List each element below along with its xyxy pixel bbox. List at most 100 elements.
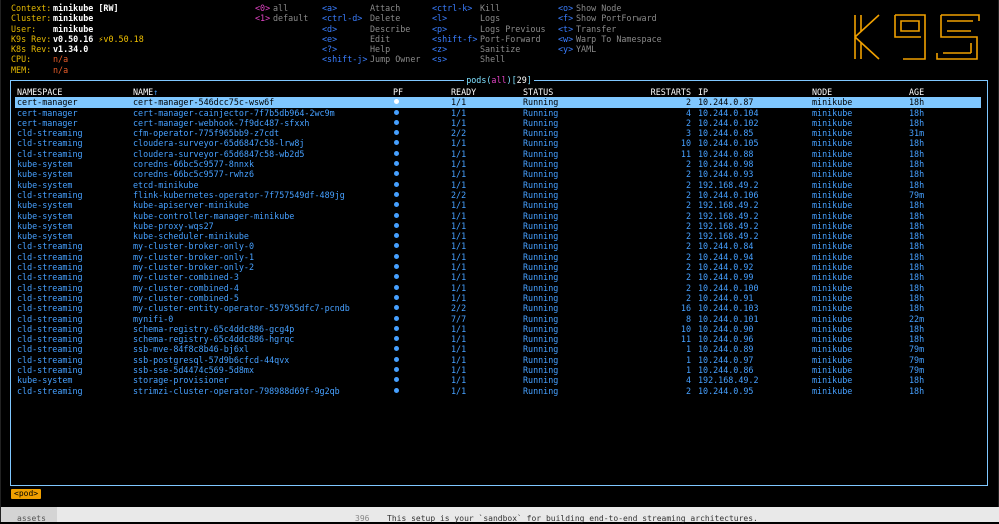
cell-age: 18h (909, 138, 925, 149)
col-node[interactable]: NODE (812, 87, 832, 97)
table-row[interactable]: cld-streaming flink-kubernetes-operator-7… (15, 190, 981, 200)
breadcrumb[interactable]: <pod> (11, 489, 42, 499)
shortcut[interactable]: <a> Attach (322, 3, 420, 13)
info-row: MEM: n/a (11, 65, 144, 75)
cell-ready: 1/1 (451, 117, 467, 128)
table-row[interactable]: kube-system kube-apiserver-minikube 1/1 Run… (15, 200, 981, 210)
shortcut[interactable]: <ctrl-d> Delete (322, 13, 420, 23)
col-ready[interactable]: READY (451, 87, 476, 97)
shortcut[interactable]: <l> Logs (432, 13, 546, 23)
cell-ip: 10.244.0.101 (698, 313, 759, 324)
table-row[interactable]: cld-streaming my-cluster-broker-only-1 1/1… (15, 252, 981, 262)
shortcut[interactable]: <0> all (255, 3, 308, 13)
cell-namespace: cld-streaming (17, 148, 83, 159)
table-row[interactable]: cld-streaming ssb-sse-5d4474c569-5d8mx 1/1… (15, 365, 981, 375)
shortcut[interactable]: <w> Warp To Namespace (558, 34, 662, 44)
table-row[interactable]: kube-system coredns-66bc5c9577-8nnxk 1/1 Ru… (15, 159, 981, 169)
shortcut-key: <a> (322, 3, 338, 13)
shortcut-key: <w> (558, 33, 574, 44)
namespace-shortcuts: <0> all <1> default (255, 3, 308, 24)
cell-node: minikube (812, 148, 853, 159)
cell-age: 18h (909, 97, 925, 108)
table-row[interactable]: kube-system storage-provisioner 1/1 Running… (15, 375, 981, 385)
pods-panel: pods(all)[29] NAMESPACE NAME↑ PF READY S… (10, 75, 988, 486)
shortcut-label: Warp To Namespace (576, 33, 662, 44)
table-row[interactable]: cld-streaming ssb-mve-84f8c8b46-bj6xl 1/1 R… (15, 344, 981, 354)
shortcut[interactable]: <e> Edit (322, 34, 420, 44)
shortcut-label: Port-Forward (480, 33, 541, 44)
table-row[interactable]: cld-streaming my-cluster-entity-operator-… (15, 303, 981, 313)
cell-name: cloudera-surveyor-65d6847c58-lrw8j (133, 138, 305, 149)
shortcut[interactable]: <o> Show Node (558, 3, 662, 13)
table-row[interactable]: cld-streaming my-cluster-combined-3 1/1 Run… (15, 272, 981, 282)
table-row[interactable]: cld-streaming strimzi-cluster-operator-79… (15, 386, 981, 396)
shortcut[interactable]: <s> Shell (432, 54, 546, 64)
table-row[interactable]: cert-manager cert-manager-webhook-7f9dc48… (15, 118, 981, 128)
shortcut[interactable]: <y> YAML (558, 44, 662, 54)
table-row[interactable]: cld-streaming my-cluster-combined-5 1/1 Run… (15, 293, 981, 303)
shortcut[interactable]: <ctrl-k> Kill (432, 3, 546, 13)
port-forward-dot-icon (393, 108, 399, 118)
cell-name: cert-manager-webhook-7f9dc487-sfxxh (133, 117, 310, 128)
table-row[interactable]: cld-streaming ssb-postgresql-57d9b6cfcd-4… (15, 355, 981, 365)
cell-status: Running (523, 159, 559, 170)
shortcut-key: <y> (558, 44, 574, 55)
table-row[interactable]: cld-streaming my-cluster-broker-only-2 1/1… (15, 262, 981, 272)
cell-status: Running (523, 262, 559, 273)
shortcut[interactable]: <t> Transfer (558, 24, 662, 34)
shortcut-key: <e> (322, 33, 338, 44)
cell-name: coredns-66bc5c9577-8nnxk (133, 159, 255, 170)
cell-age: 18h (909, 323, 925, 334)
pods-table[interactable]: NAMESPACE NAME↑ PF READY STATUS RESTARTS… (15, 87, 981, 396)
cell-ready: 1/1 (451, 148, 467, 159)
shortcut-key: <ctrl-k> (432, 3, 473, 13)
cell-age: 18h (909, 220, 925, 231)
shortcut[interactable]: <z> Sanitize (432, 44, 546, 54)
table-row[interactable]: cert-manager cert-manager-cainjector-7f7b… (15, 108, 981, 118)
cell-age: 18h (909, 148, 925, 159)
cell-ip: 10.244.0.90 (698, 323, 754, 334)
shortcut[interactable]: <1> default (255, 13, 308, 23)
table-row[interactable]: kube-system kube-proxy-wqs27 1/1 Running 2 19… (15, 221, 981, 231)
table-row[interactable]: cld-streaming cloudera-surveyor-65d6847c5… (15, 138, 981, 148)
shortcut-label: Show Node (576, 3, 622, 13)
cell-namespace: kube-system (17, 210, 73, 221)
shortcut[interactable]: <?> Help (322, 44, 420, 54)
cell-namespace: kube-system (17, 375, 73, 386)
col-ip[interactable]: IP (698, 87, 708, 97)
table-row[interactable]: cld-streaming cloudera-surveyor-65d6847c5… (15, 149, 981, 159)
cell-namespace: kube-system (17, 200, 73, 211)
table-row[interactable]: cld-streaming mynifi-0 7/7 Running 8 10.244.0… (15, 314, 981, 324)
col-name[interactable]: NAME↑ (133, 87, 158, 97)
table-row[interactable]: cert-manager cert-manager-546dcc75c-wsw6f… (15, 97, 981, 108)
col-age[interactable]: AGE (909, 87, 924, 97)
col-pf[interactable]: PF (393, 87, 403, 97)
table-row[interactable]: cld-streaming schema-registry-65c4ddc886-… (15, 324, 981, 334)
cluster-info: Context: minikube [RW] Cluster: minikube Use… (11, 3, 144, 75)
cell-status: Running (523, 148, 559, 159)
table-row[interactable]: cld-streaming my-cluster-broker-only-0 1/1… (15, 241, 981, 251)
col-status[interactable]: STATUS (523, 87, 553, 97)
info-key: Context: (11, 3, 52, 13)
cell-name: cfm-operator-775f965bb9-z7cdt (133, 128, 280, 139)
col-namespace[interactable]: NAMESPACE (17, 87, 62, 97)
shortcut[interactable]: <shift-j> Jump Owner (322, 54, 420, 64)
table-row[interactable]: cld-streaming my-cluster-combined-4 1/1 Run… (15, 283, 981, 293)
table-row[interactable]: kube-system kube-scheduler-minikube 1/1 Run… (15, 231, 981, 241)
info-value: n/a (53, 64, 69, 75)
table-row[interactable]: cld-streaming cfm-operator-775f965bb9-z7c… (15, 128, 981, 138)
cell-age: 18h (909, 334, 925, 345)
cell-name: my-cluster-combined-5 (133, 292, 239, 303)
cell-ip: 10.244.0.91 (698, 292, 754, 303)
table-row[interactable]: kube-system kube-controller-manager-minik… (15, 211, 981, 221)
port-forward-dot-icon (393, 159, 399, 169)
shortcut[interactable]: <d> Describe (322, 24, 420, 34)
table-row[interactable]: kube-system coredns-66bc5c9577-rwhz6 1/1 Ru… (15, 169, 981, 179)
shortcut[interactable]: <p> Logs Previous (432, 24, 546, 34)
table-row[interactable]: kube-system etcd-minikube 1/1 Running 2 192.1… (15, 180, 981, 190)
shortcut[interactable]: <shift-f> Port-Forward (432, 34, 546, 44)
shortcut[interactable]: <f> Show PortForward (558, 13, 662, 23)
cell-restarts: 2 (685, 200, 691, 211)
col-restarts[interactable]: RESTARTS (645, 87, 691, 97)
table-row[interactable]: cld-streaming schema-registry-65c4ddc886-… (15, 334, 981, 344)
